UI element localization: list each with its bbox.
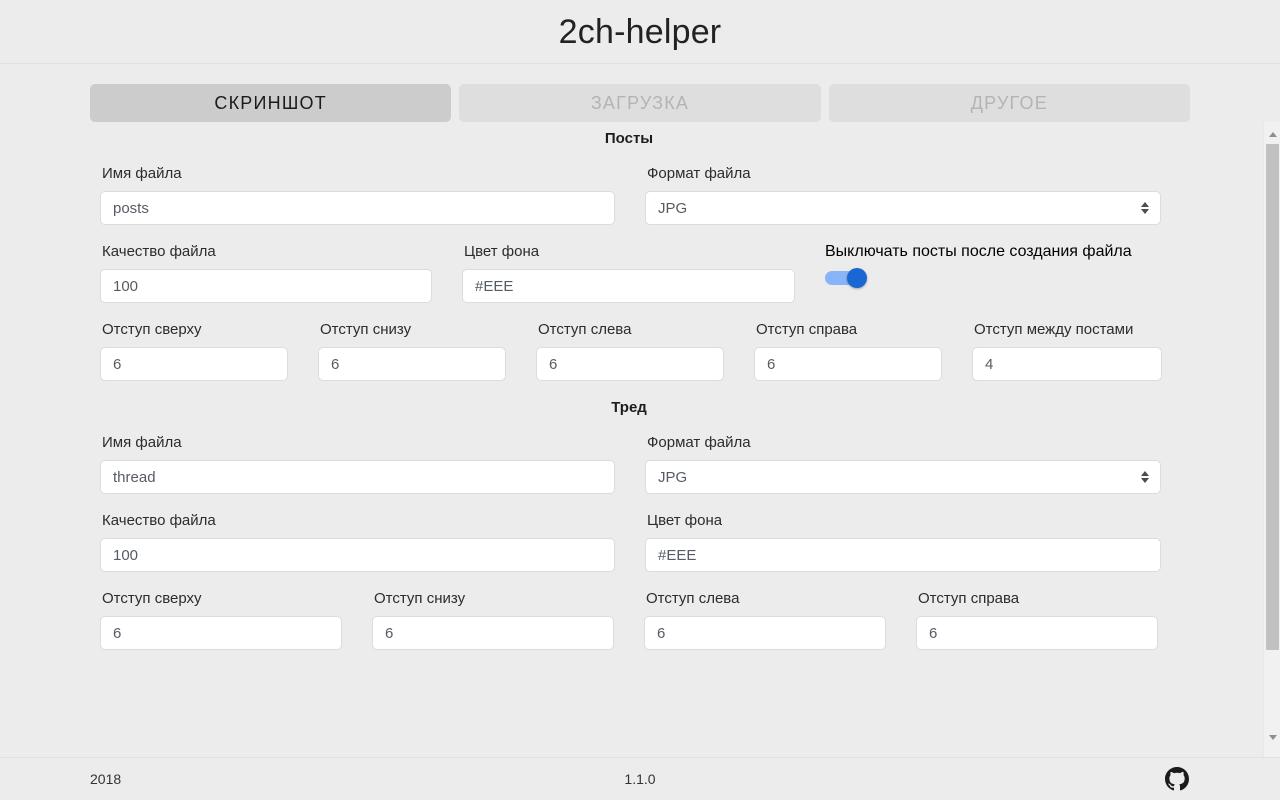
section-header-posts: Посты	[604, 130, 654, 147]
posts-margins-row: Отступ сверху Отступ снизу Отступ слева …	[100, 321, 1168, 381]
github-icon[interactable]	[1164, 766, 1190, 792]
posts-filename-label: Имя файла	[102, 165, 182, 182]
posts-row-1: Имя файла Формат файла JPG	[100, 165, 1168, 225]
thread-background-input[interactable]	[645, 538, 1161, 572]
posts-margin-left-label: Отступ слева	[538, 321, 632, 338]
thread-filename-field: Имя файла	[100, 434, 615, 494]
posts-format-field: Формат файла JPG	[645, 165, 1161, 225]
app-window: 2ch-helper СКРИНШОТ ЗАГРУЗКА ДРУГОЕ Пост…	[0, 0, 1280, 800]
posts-margin-top-field: Отступ сверху	[100, 321, 288, 381]
posts-margin-bottom-label: Отступ снизу	[320, 321, 412, 338]
thread-margin-bottom-input[interactable]	[372, 616, 614, 650]
tab-upload[interactable]: ЗАГРУЗКА	[459, 84, 821, 122]
scrollbar-thumb[interactable]	[1266, 144, 1279, 650]
posts-format-select[interactable]: JPG	[645, 191, 1161, 225]
thread-format-field: Формат файла JPG	[645, 434, 1161, 494]
thread-margin-left-input[interactable]	[644, 616, 886, 650]
posts-margin-top-label: Отступ сверху	[102, 321, 202, 338]
footer-bar: 2018 1.1.0	[0, 757, 1280, 800]
posts-margin-bottom-input[interactable]	[318, 347, 506, 381]
posts-background-label: Цвет фона	[464, 243, 540, 260]
thread-filename-label: Имя файла	[102, 434, 182, 451]
posts-disable-toggle-label: Выключать посты после создания файла	[825, 243, 1132, 260]
tab-bar: СКРИНШОТ ЗАГРУЗКА ДРУГОЕ	[0, 64, 1280, 122]
posts-margin-right-label: Отступ справа	[756, 321, 858, 338]
section-header-thread: Тред	[611, 399, 647, 416]
scroll-up-arrow-icon[interactable]	[1264, 126, 1280, 143]
thread-quality-label: Качество файла	[102, 512, 216, 529]
thread-margin-left-field: Отступ слева	[644, 590, 886, 650]
posts-margin-between-input[interactable]	[972, 347, 1162, 381]
thread-quality-input[interactable]	[100, 538, 615, 572]
thread-margin-right-input[interactable]	[916, 616, 1158, 650]
posts-margin-left-input[interactable]	[536, 347, 724, 381]
posts-quality-label: Качество файла	[102, 243, 216, 260]
thread-margin-left-label: Отступ слева	[646, 590, 740, 607]
posts-margin-top-input[interactable]	[100, 347, 288, 381]
posts-disable-toggle-field: Выключать посты после создания файла	[825, 243, 1132, 295]
posts-margin-between-field: Отступ между постами	[972, 321, 1162, 381]
thread-margin-top-field: Отступ сверху	[100, 590, 342, 650]
thread-margin-top-input[interactable]	[100, 616, 342, 650]
thread-margins-row: Отступ сверху Отступ снизу Отступ слева …	[100, 590, 1168, 650]
thread-margin-bottom-field: Отступ снизу	[372, 590, 614, 650]
posts-quality-field: Качество файла	[100, 243, 432, 303]
thread-background-field: Цвет фона	[645, 512, 1161, 572]
posts-disable-toggle[interactable]	[825, 261, 871, 295]
page-title: 2ch-helper	[558, 12, 722, 51]
title-bar: 2ch-helper	[0, 0, 1280, 64]
posts-format-label: Формат файла	[647, 165, 751, 182]
thread-margin-bottom-label: Отступ снизу	[374, 590, 466, 607]
thread-row-2: Качество файла Цвет фона	[100, 512, 1168, 572]
tab-other[interactable]: ДРУГОЕ	[828, 84, 1190, 122]
posts-margin-between-label: Отступ между постами	[974, 321, 1134, 338]
posts-filename-field: Имя файла	[100, 165, 615, 225]
chevron-updown-icon	[1141, 202, 1149, 214]
posts-format-value: JPG	[658, 199, 688, 217]
thread-filename-input[interactable]	[100, 460, 615, 494]
posts-filename-input[interactable]	[100, 191, 615, 225]
posts-margin-left-field: Отступ слева	[536, 321, 724, 381]
posts-margin-bottom-field: Отступ снизу	[318, 321, 506, 381]
posts-margin-right-field: Отступ справа	[754, 321, 942, 381]
thread-row-1: Имя файла Формат файла JPG	[100, 434, 1168, 494]
vertical-scrollbar[interactable]	[1263, 122, 1280, 757]
scroll-down-arrow-icon[interactable]	[1264, 729, 1280, 746]
posts-margin-right-input[interactable]	[754, 347, 942, 381]
thread-background-label: Цвет фона	[647, 512, 723, 529]
thread-format-select[interactable]: JPG	[645, 460, 1161, 494]
thread-margin-right-field: Отступ справа	[916, 590, 1158, 650]
settings-content: Посты Имя файла Формат файла JPG	[0, 122, 1258, 757]
tab-screenshot[interactable]: СКРИНШОТ	[90, 84, 452, 122]
settings-scroll-region: Посты Имя файла Формат файла JPG	[0, 122, 1280, 757]
toggle-knob	[847, 268, 867, 288]
posts-quality-input[interactable]	[100, 269, 432, 303]
thread-format-label: Формат файла	[647, 434, 751, 451]
posts-background-input[interactable]	[462, 269, 795, 303]
footer-version: 1.1.0	[624, 771, 656, 787]
thread-format-value: JPG	[658, 468, 688, 486]
chevron-updown-icon	[1141, 471, 1149, 483]
thread-quality-field: Качество файла	[100, 512, 615, 572]
thread-margin-right-label: Отступ справа	[918, 590, 1020, 607]
posts-background-field: Цвет фона	[462, 243, 795, 303]
thread-margin-top-label: Отступ сверху	[102, 590, 202, 607]
posts-row-2: Качество файла Цвет фона Выключать посты…	[100, 243, 1168, 303]
